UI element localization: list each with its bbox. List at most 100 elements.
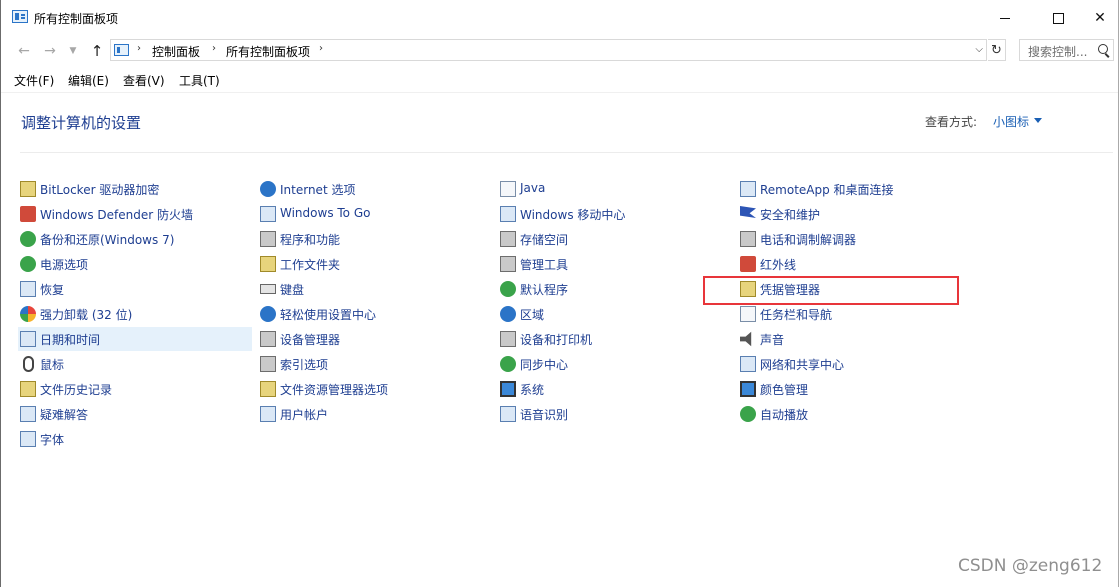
- control-panel-item[interactable]: Windows To Go: [258, 202, 492, 226]
- annotation-highlight: [703, 276, 959, 305]
- control-panel-item[interactable]: Java: [498, 177, 732, 201]
- control-panel-item[interactable]: 语音识别: [498, 402, 732, 426]
- infrared-icon: [740, 256, 756, 272]
- control-panel-item[interactable]: 索引选项: [258, 352, 492, 376]
- chevron-right-icon[interactable]: ›: [137, 43, 141, 54]
- control-panel-item[interactable]: 鼠标: [18, 352, 252, 376]
- item-label: 任务栏和导航: [760, 308, 833, 322]
- close-button[interactable]: ✕: [1077, 0, 1119, 36]
- control-panel-item[interactable]: 区域: [498, 302, 732, 326]
- address-bar[interactable]: › 控制面板 › 所有控制面板项 › ⌵: [110, 39, 987, 61]
- uninstall-icon: [20, 306, 36, 322]
- phone-modem-icon: [740, 231, 756, 247]
- caret-down-icon[interactable]: [1034, 118, 1042, 123]
- recent-locations-button[interactable]: ▼: [63, 41, 83, 61]
- back-button[interactable]: ←: [14, 41, 34, 61]
- control-panel-item[interactable]: 备份和还原(Windows 7): [18, 227, 252, 251]
- view-by-dropdown[interactable]: 小图标: [993, 113, 1029, 130]
- control-panel-item[interactable]: 红外线: [738, 252, 972, 276]
- address-dropdown-icon[interactable]: ⌵: [975, 44, 983, 55]
- item-label: 用户帐户: [280, 408, 329, 422]
- firewall-icon: [20, 206, 36, 222]
- control-panel-item[interactable]: 安全和维护: [738, 202, 972, 226]
- item-label: 安全和维护: [760, 208, 821, 222]
- control-panel-icon: [114, 44, 129, 56]
- control-panel-item[interactable]: 轻松使用设置中心: [258, 302, 492, 326]
- item-label: 语音识别: [520, 408, 569, 422]
- windows-to-go-icon: [260, 206, 276, 222]
- control-panel-item[interactable]: 颜色管理: [738, 377, 972, 401]
- maximize-button[interactable]: [1035, 0, 1081, 36]
- control-panel-item[interactable]: 声音: [738, 327, 972, 351]
- control-panel-item[interactable]: Windows 移动中心: [498, 202, 732, 226]
- control-panel-item[interactable]: 日期和时间: [18, 327, 252, 351]
- fonts-icon: [20, 431, 36, 447]
- minimize-button[interactable]: [982, 0, 1028, 36]
- control-panel-item[interactable]: 默认程序: [498, 277, 732, 301]
- item-label: 程序和功能: [280, 233, 341, 247]
- item-label: Internet 选项: [280, 183, 356, 197]
- control-panel-item[interactable]: Internet 选项: [258, 177, 492, 201]
- recovery-icon: [20, 281, 36, 297]
- chevron-down-icon: ▼: [69, 46, 77, 56]
- control-panel-item[interactable]: 存储空间: [498, 227, 732, 251]
- arrow-right-icon: →: [44, 43, 56, 59]
- control-panel-item[interactable]: 网络和共享中心: [738, 352, 972, 376]
- up-button[interactable]: ↑: [87, 41, 107, 61]
- minimize-icon: [1000, 17, 1010, 19]
- control-panel-item[interactable]: 电话和调制解调器: [738, 227, 972, 251]
- control-panel-item[interactable]: RemoteApp 和桌面连接: [738, 177, 972, 201]
- control-panel-item[interactable]: 用户帐户: [258, 402, 492, 426]
- menu-bar: 文件(F) 编辑(E) 查看(V) 工具(T): [1, 66, 1118, 93]
- breadcrumb-all-items[interactable]: 所有控制面板项: [226, 43, 310, 60]
- control-panel-item[interactable]: 电源选项: [18, 252, 252, 276]
- system-icon: [500, 381, 516, 397]
- divider: [20, 152, 1113, 153]
- control-panel-item[interactable]: 工作文件夹: [258, 252, 492, 276]
- control-panel-item[interactable]: 设备管理器: [258, 327, 492, 351]
- control-panel-item[interactable]: 疑难解答: [18, 402, 252, 426]
- chevron-right-icon[interactable]: ›: [319, 43, 323, 54]
- control-panel-item[interactable]: 文件历史记录: [18, 377, 252, 401]
- refresh-button[interactable]: ↻: [988, 39, 1006, 61]
- breadcrumb-control-panel[interactable]: 控制面板: [152, 43, 200, 60]
- java-icon: [500, 181, 516, 197]
- control-panel-item[interactable]: 键盘: [258, 277, 492, 301]
- control-panel-item[interactable]: 任务栏和导航: [738, 302, 972, 326]
- search-input[interactable]: 搜索控制...: [1019, 39, 1114, 61]
- chevron-right-icon[interactable]: ›: [212, 43, 216, 54]
- item-label: BitLocker 驱动器加密: [40, 183, 160, 197]
- control-panel-item[interactable]: 强力卸载 (32 位): [18, 302, 252, 326]
- indexing-icon: [260, 356, 276, 372]
- item-label: 自动播放: [760, 408, 809, 422]
- control-panel-item[interactable]: 字体: [18, 427, 252, 451]
- item-label: 红外线: [760, 258, 797, 272]
- menu-tools[interactable]: 工具(T): [179, 72, 220, 89]
- search-icon: [1098, 44, 1108, 54]
- view-by-label: 查看方式:: [925, 115, 978, 129]
- window-title: 所有控制面板项: [34, 12, 119, 26]
- item-label: Java: [520, 181, 546, 195]
- item-label: 同步中心: [520, 358, 569, 372]
- control-panel-item[interactable]: 程序和功能: [258, 227, 492, 251]
- speech-icon: [500, 406, 516, 422]
- forward-button[interactable]: →: [40, 41, 60, 61]
- backup-icon: [20, 231, 36, 247]
- control-panel-item[interactable]: 恢复: [18, 277, 252, 301]
- control-panel-item[interactable]: BitLocker 驱动器加密: [18, 177, 252, 201]
- network-icon: [740, 356, 756, 372]
- control-panel-item[interactable]: 文件资源管理器选项: [258, 377, 492, 401]
- menu-edit[interactable]: 编辑(E): [68, 72, 109, 89]
- control-panel-item[interactable]: 管理工具: [498, 252, 732, 276]
- control-panel-item[interactable]: 系统: [498, 377, 732, 401]
- control-panel-item[interactable]: Windows Defender 防火墙: [18, 202, 252, 226]
- mobility-center-icon: [500, 206, 516, 222]
- menu-file[interactable]: 文件(F): [14, 72, 54, 89]
- control-panel-item[interactable]: 设备和打印机: [498, 327, 732, 351]
- mouse-icon: [23, 356, 34, 372]
- color-management-icon: [740, 381, 756, 397]
- menu-view[interactable]: 查看(V): [123, 72, 165, 89]
- control-panel-item[interactable]: 同步中心: [498, 352, 732, 376]
- control-panel-item[interactable]: 自动播放: [738, 402, 972, 426]
- work-folders-icon: [260, 256, 276, 272]
